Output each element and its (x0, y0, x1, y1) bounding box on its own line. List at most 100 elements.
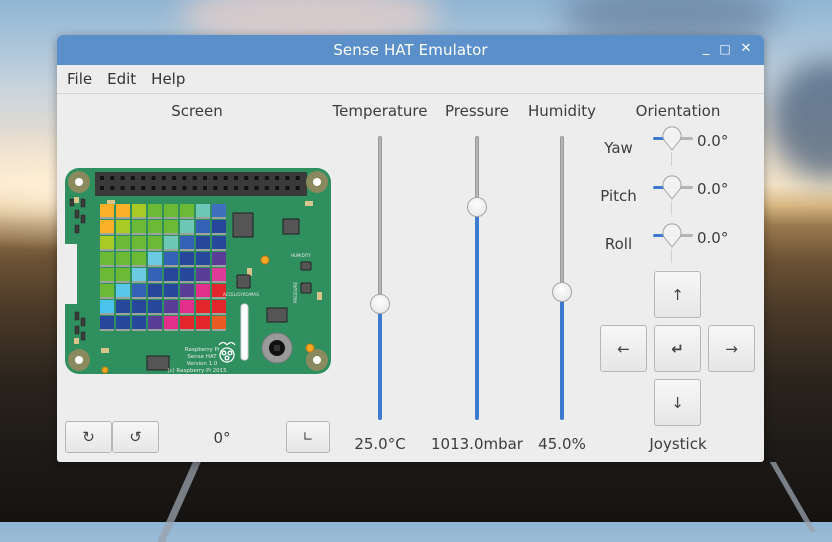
led-pixel (148, 236, 162, 249)
minimize-button[interactable]: _ (697, 40, 715, 58)
rotate-cw-button[interactable]: ↻ (65, 421, 112, 453)
led-base (116, 249, 130, 251)
menu-edit[interactable]: Edit (107, 70, 136, 88)
led-base (148, 233, 162, 235)
led-base (148, 265, 162, 267)
led-base (180, 313, 194, 315)
led-pixel (180, 300, 194, 313)
humidity-slider[interactable] (550, 136, 574, 420)
gpio-pin (275, 186, 280, 190)
led-pixel (212, 268, 226, 281)
led-pixel (180, 268, 194, 281)
led-base (164, 313, 178, 315)
menu-help[interactable]: Help (151, 70, 185, 88)
joystick-label: Joystick (649, 435, 707, 453)
slider-knob[interactable] (661, 222, 683, 248)
gpio-pin (120, 176, 125, 180)
led-pixel (164, 236, 178, 249)
pressure-slider[interactable] (465, 136, 489, 420)
led-base (164, 233, 178, 235)
led-base (196, 329, 210, 331)
led-base (116, 217, 130, 219)
maximize-button[interactable]: □ (716, 40, 734, 58)
orientation-toggle-button[interactable]: ∟ (286, 421, 330, 453)
led-pixel (100, 268, 114, 281)
humidity-label: HUMIDITY (291, 253, 311, 258)
gpio-pin (172, 186, 177, 190)
slider-knob[interactable] (467, 197, 487, 217)
slider-knob[interactable] (661, 125, 683, 151)
led-base (100, 297, 114, 299)
led-base (132, 313, 146, 315)
led-base (132, 217, 146, 219)
menu-file[interactable]: File (67, 70, 92, 88)
led-pixel (116, 300, 130, 313)
humidity-label: Humidity (527, 102, 596, 120)
led-pixel (196, 252, 210, 265)
led-base (212, 249, 226, 251)
led-pixel (132, 220, 146, 233)
led-base (148, 249, 162, 251)
temperature-value: 25.0°C (354, 435, 406, 453)
led-pixel (196, 284, 210, 297)
rotation-value: 0° (213, 429, 231, 447)
gpio-pin (141, 176, 146, 180)
led-pixel (212, 204, 226, 217)
led-pixel (212, 252, 226, 265)
led-pixel (132, 236, 146, 249)
slider-knob[interactable] (661, 174, 683, 200)
orientation-label: Orientation (635, 102, 721, 120)
pitch-slider[interactable] (651, 174, 693, 215)
gpio-pin (285, 176, 290, 180)
led-pixel (212, 236, 226, 249)
slider-knob[interactable] (552, 282, 572, 303)
led-pixel (148, 204, 162, 217)
temperature-slider[interactable] (368, 136, 392, 420)
window-title: Sense HAT Emulator (333, 41, 488, 59)
led-base (116, 313, 130, 315)
joystick-down-button[interactable]: ↓ (654, 379, 701, 426)
led-base (212, 233, 226, 235)
led-base (148, 329, 162, 331)
joystick-up-button[interactable]: ↑ (654, 271, 701, 318)
joystick-left-button[interactable]: ← (600, 325, 647, 372)
led-pixel (164, 316, 178, 329)
connector (146, 355, 170, 371)
gpio-pin (295, 176, 300, 180)
led-base (212, 265, 226, 267)
board-text-line: Raspberry Pi (185, 347, 220, 353)
yaw-value: 0.0° (697, 132, 729, 150)
gpio-pin (223, 186, 228, 190)
led-pixel (116, 284, 130, 297)
slider-knob[interactable] (370, 293, 390, 314)
led-base (164, 329, 178, 331)
led-pixel (100, 236, 114, 249)
led-base (180, 249, 194, 251)
led-pixel (132, 252, 146, 265)
title-bar[interactable]: Sense HAT Emulator _ □ ✕ (57, 35, 764, 65)
gpio-pin (244, 176, 249, 180)
led-pixel (180, 252, 194, 265)
led-pixel (116, 316, 130, 329)
led-pixel (100, 204, 114, 217)
led-base (196, 217, 210, 219)
gpio-pin (203, 176, 207, 180)
yaw-slider[interactable] (651, 125, 693, 166)
led-pixel (212, 300, 226, 313)
roll-slider[interactable] (651, 222, 693, 263)
led-pixel (100, 220, 114, 233)
led-base (196, 265, 210, 267)
led-pixel (212, 316, 226, 329)
led-base (148, 297, 162, 299)
joystick-enter-button[interactable]: ↵ (654, 325, 701, 372)
led-base (164, 249, 178, 251)
joystick-right-button[interactable]: → (708, 325, 755, 372)
gpio-pin (100, 176, 104, 180)
led-pixel (100, 316, 114, 329)
close-button[interactable]: ✕ (737, 40, 755, 58)
led-base (212, 313, 226, 315)
accel-gyro-mag-chip (236, 274, 251, 289)
led-pixel (100, 252, 114, 265)
rotate-ccw-button[interactable]: ↺ (112, 421, 159, 453)
led-base (100, 313, 114, 315)
